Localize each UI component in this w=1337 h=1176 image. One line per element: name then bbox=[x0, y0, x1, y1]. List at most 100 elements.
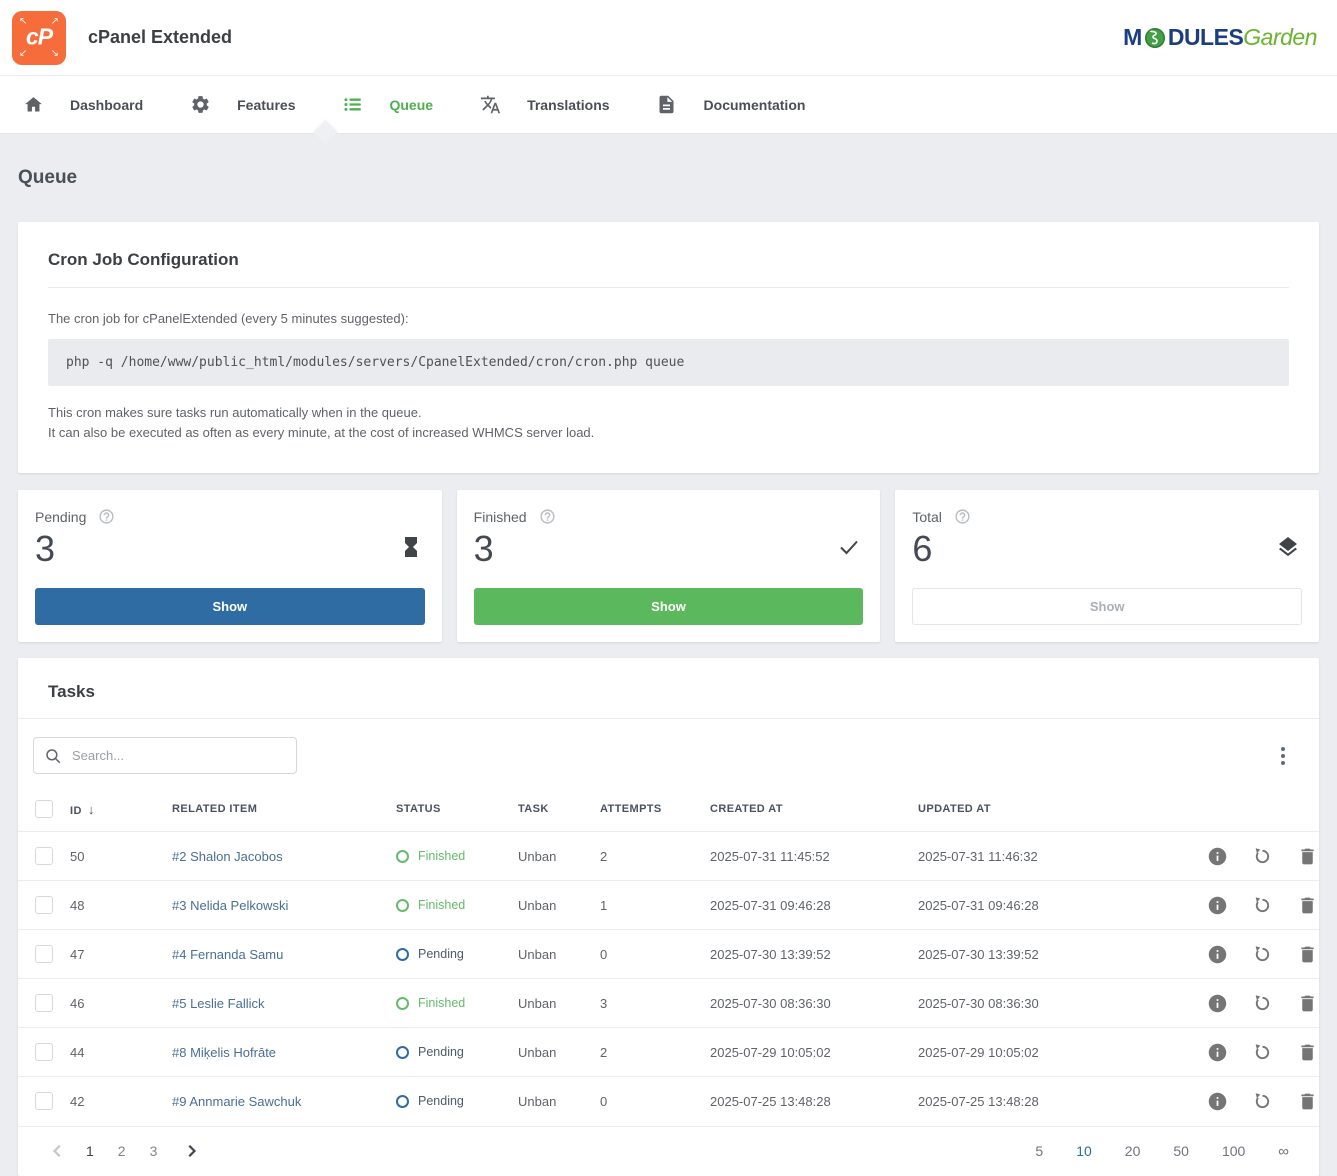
select-all-checkbox[interactable] bbox=[35, 800, 53, 818]
col-header-updated-at[interactable]: UPDATED AT bbox=[918, 786, 1108, 832]
page-number[interactable]: 2 bbox=[118, 1143, 126, 1159]
status-ring-icon bbox=[396, 948, 409, 961]
search-box[interactable] bbox=[33, 737, 297, 774]
cell-attempts: 0 bbox=[600, 930, 710, 979]
table-options-kebab-icon[interactable] bbox=[1271, 744, 1295, 768]
page-size-option[interactable]: 100 bbox=[1222, 1143, 1245, 1159]
brand-text-m: M bbox=[1123, 24, 1142, 51]
page-size-option-infinity[interactable]: ∞ bbox=[1278, 1143, 1289, 1160]
retry-button[interactable] bbox=[1250, 893, 1274, 917]
help-icon[interactable] bbox=[954, 508, 971, 525]
status-badge: Pending bbox=[396, 1045, 518, 1059]
retry-icon bbox=[1252, 846, 1273, 867]
show-pending-button[interactable]: Show bbox=[35, 588, 425, 625]
help-icon[interactable] bbox=[98, 508, 115, 525]
delete-button[interactable] bbox=[1295, 893, 1319, 917]
document-icon bbox=[656, 94, 678, 116]
cell-created-at: 2025-07-30 13:39:52 bbox=[710, 930, 918, 979]
cell-task: Unban bbox=[518, 1077, 600, 1126]
retry-button[interactable] bbox=[1250, 991, 1274, 1015]
row-checkbox[interactable] bbox=[35, 896, 53, 914]
show-total-button[interactable]: Show bbox=[912, 588, 1302, 625]
trash-icon bbox=[1297, 1042, 1318, 1063]
retry-button[interactable] bbox=[1250, 1089, 1274, 1113]
col-header-related-item[interactable]: RELATED ITEM bbox=[172, 786, 396, 832]
delete-button[interactable] bbox=[1295, 1040, 1319, 1064]
cell-task: Unban bbox=[518, 1028, 600, 1077]
main-nav: Dashboard Features Queue Translations Do… bbox=[0, 76, 1337, 134]
nav-item-documentation[interactable]: Documentation bbox=[656, 94, 806, 116]
nav-item-translations[interactable]: Translations bbox=[479, 94, 609, 116]
expand-arrow-icon: ↘ bbox=[51, 49, 59, 59]
delete-button[interactable] bbox=[1295, 991, 1319, 1015]
related-item-link[interactable]: #2 Shalon Jacobos bbox=[172, 849, 283, 864]
related-item-link[interactable]: #9 Annmarie Sawchuk bbox=[172, 1094, 301, 1109]
related-item-link[interactable]: #4 Fernanda Samu bbox=[172, 947, 283, 962]
cell-attempts: 1 bbox=[600, 881, 710, 930]
delete-button[interactable] bbox=[1295, 942, 1319, 966]
search-input[interactable] bbox=[72, 748, 286, 763]
row-checkbox[interactable] bbox=[35, 1092, 53, 1110]
show-finished-button[interactable]: Show bbox=[474, 588, 864, 625]
page-size-option[interactable]: 10 bbox=[1076, 1143, 1092, 1159]
translate-icon bbox=[479, 94, 501, 116]
help-icon[interactable] bbox=[539, 508, 556, 525]
nav-item-dashboard[interactable]: Dashboard bbox=[22, 94, 143, 116]
retry-button[interactable] bbox=[1250, 942, 1274, 966]
cell-created-at: 2025-07-30 08:36:30 bbox=[710, 979, 918, 1028]
status-ring-icon bbox=[396, 899, 409, 912]
info-icon bbox=[1207, 1091, 1228, 1112]
cell-attempts: 3 bbox=[600, 979, 710, 1028]
delete-button[interactable] bbox=[1295, 1089, 1319, 1113]
table-row: 46 #5 Leslie Fallick Finished Unban 3 20… bbox=[18, 979, 1319, 1028]
cell-id: 47 bbox=[70, 930, 172, 979]
layers-icon bbox=[1276, 535, 1300, 564]
row-checkbox[interactable] bbox=[35, 1043, 53, 1061]
retry-button[interactable] bbox=[1250, 1040, 1274, 1064]
trash-icon bbox=[1297, 993, 1318, 1014]
nav-item-features[interactable]: Features bbox=[189, 94, 295, 116]
delete-button[interactable] bbox=[1295, 844, 1319, 868]
status-ring-icon bbox=[396, 1046, 409, 1059]
retry-button[interactable] bbox=[1250, 844, 1274, 868]
pending-label: Pending bbox=[35, 509, 86, 525]
cell-id: 46 bbox=[70, 979, 172, 1028]
next-page-chevron-icon[interactable] bbox=[181, 1141, 201, 1161]
info-button[interactable] bbox=[1206, 991, 1230, 1015]
table-row: 44 #8 Miķelis Hofrāte Pending Unban 2 20… bbox=[18, 1028, 1319, 1077]
row-checkbox[interactable] bbox=[35, 994, 53, 1012]
check-icon bbox=[837, 535, 861, 564]
total-count: 6 bbox=[912, 527, 932, 571]
related-item-link[interactable]: #5 Leslie Fallick bbox=[172, 996, 265, 1011]
col-header-attempts[interactable]: ATTEMPTS bbox=[600, 786, 710, 832]
prev-page-chevron-icon[interactable] bbox=[48, 1141, 68, 1161]
row-checkbox[interactable] bbox=[35, 847, 53, 865]
status-badge: Finished bbox=[396, 849, 518, 863]
col-header-task[interactable]: TASK bbox=[518, 786, 600, 832]
related-item-link[interactable]: #3 Nelida Pelkowski bbox=[172, 898, 288, 913]
sort-desc-icon: ↓ bbox=[88, 802, 95, 817]
cell-updated-at: 2025-07-29 10:05:02 bbox=[918, 1028, 1108, 1077]
col-header-created-at[interactable]: CREATED AT bbox=[710, 786, 918, 832]
page-size-option[interactable]: 50 bbox=[1173, 1143, 1189, 1159]
info-button[interactable] bbox=[1206, 844, 1230, 868]
cell-id: 44 bbox=[70, 1028, 172, 1077]
cell-attempts: 2 bbox=[600, 1028, 710, 1077]
info-button[interactable] bbox=[1206, 1089, 1230, 1113]
related-item-link[interactable]: #8 Miķelis Hofrāte bbox=[172, 1045, 276, 1060]
page-size-option[interactable]: 20 bbox=[1125, 1143, 1141, 1159]
cell-created-at: 2025-07-29 10:05:02 bbox=[710, 1028, 918, 1077]
cron-command: php -q /home/www/public_html/modules/ser… bbox=[48, 339, 1289, 386]
col-header-status[interactable]: STATUS bbox=[396, 786, 518, 832]
page-number[interactable]: 1 bbox=[86, 1143, 94, 1159]
col-header-id[interactable]: ID↓ bbox=[70, 786, 172, 832]
page-number[interactable]: 3 bbox=[150, 1143, 158, 1159]
page-size-option[interactable]: 5 bbox=[1035, 1143, 1043, 1159]
status-badge: Finished bbox=[396, 898, 518, 912]
total-label: Total bbox=[912, 509, 942, 525]
info-button[interactable] bbox=[1206, 893, 1230, 917]
row-checkbox[interactable] bbox=[35, 945, 53, 963]
info-button[interactable] bbox=[1206, 1040, 1230, 1064]
nav-item-queue[interactable]: Queue bbox=[341, 94, 433, 116]
info-button[interactable] bbox=[1206, 942, 1230, 966]
